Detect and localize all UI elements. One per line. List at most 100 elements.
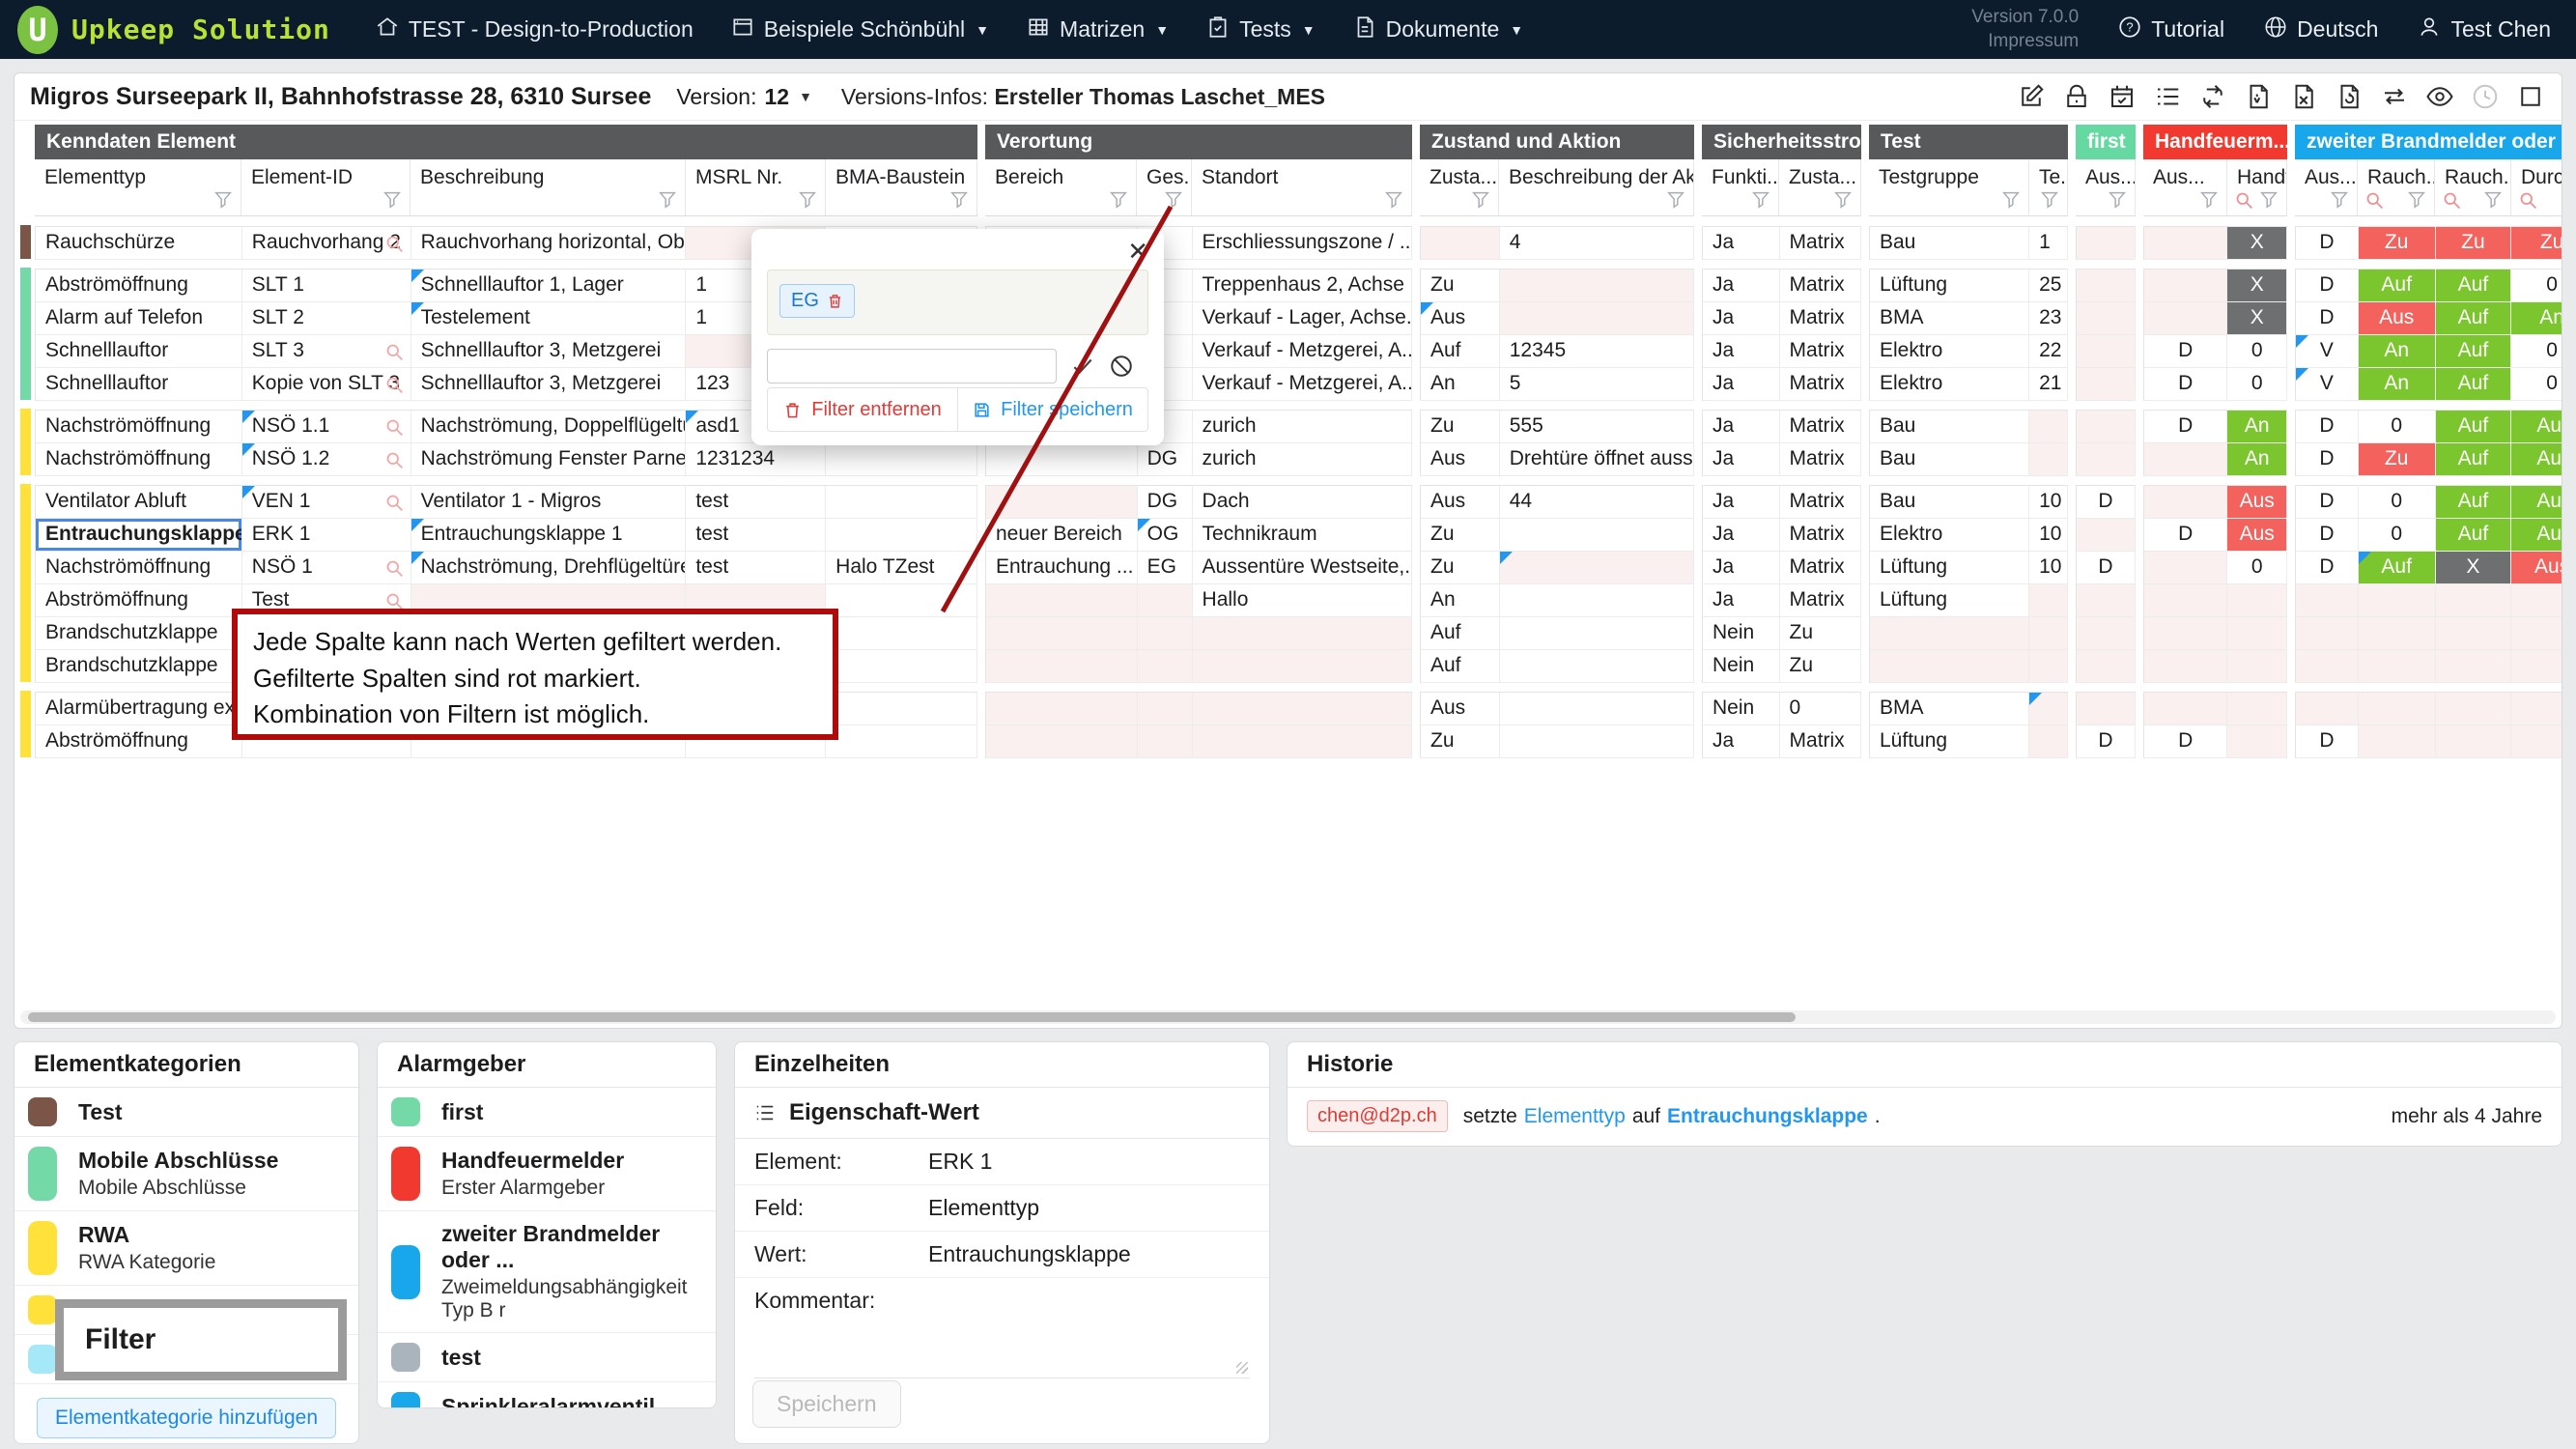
table-cell[interactable]: 0 — [2227, 552, 2287, 584]
table-cell[interactable] — [2436, 617, 2512, 650]
table-cell[interactable]: 10 — [2029, 519, 2068, 552]
table-cell[interactable]: Aussentüre Westseite,... — [1193, 552, 1412, 584]
table-cell[interactable]: Matrix — [1780, 368, 1861, 401]
excel-file-button[interactable] — [2288, 81, 2319, 112]
table-cell[interactable]: An — [2511, 302, 2562, 335]
remove-filter-button[interactable]: Filter entfernen — [768, 388, 958, 431]
table-cell[interactable]: 0 — [2359, 411, 2436, 443]
table-cell[interactable] — [826, 584, 977, 617]
table-cell[interactable] — [2144, 552, 2227, 584]
table-cell[interactable]: D — [2296, 725, 2359, 758]
column-header[interactable]: Durch... — [2511, 159, 2562, 215]
table-cell[interactable]: Aus — [1421, 302, 1500, 335]
column-header[interactable]: Ges... — [1137, 159, 1192, 215]
table-cell[interactable] — [2029, 650, 2068, 683]
group-header[interactable]: Handfeuerm... — [2143, 125, 2287, 159]
table-cell[interactable] — [2144, 443, 2227, 476]
table-cell[interactable] — [2511, 617, 2562, 650]
table-cell[interactable]: Matrix — [1780, 584, 1861, 617]
table-cell[interactable] — [1138, 584, 1193, 617]
table-cell[interactable]: Hallo — [1193, 584, 1412, 617]
column-header[interactable]: MSRL Nr. — [686, 159, 826, 215]
table-cell[interactable] — [1500, 302, 1694, 335]
table-cell[interactable]: Auf — [2359, 552, 2436, 584]
table-cell[interactable]: Ja — [1703, 443, 1780, 476]
table-cell[interactable] — [986, 725, 1138, 758]
table-cell[interactable]: 21 — [2029, 368, 2068, 401]
table-cell[interactable]: Nachströmöffnung — [36, 552, 242, 584]
table-cell[interactable] — [2436, 650, 2512, 683]
filter-value-input[interactable] — [767, 349, 1057, 384]
column-header[interactable]: Zusta... — [1779, 159, 1861, 215]
group-header[interactable]: Kenndaten Element — [35, 125, 977, 159]
table-cell[interactable]: Aus — [1421, 693, 1500, 725]
table-cell[interactable]: Zu — [1421, 725, 1500, 758]
table-cell[interactable]: 23 — [2029, 302, 2068, 335]
table-cell[interactable]: Nein — [1703, 617, 1780, 650]
row-search-icon[interactable] — [384, 558, 405, 579]
table-cell[interactable]: Auf — [2436, 270, 2512, 302]
nav-item-tests[interactable]: Tests▼ — [1205, 14, 1316, 45]
table-cell[interactable]: 4 — [1500, 227, 1694, 260]
table-cell[interactable]: 0 — [2511, 368, 2562, 401]
filter-funnel-icon[interactable] — [2329, 189, 2350, 211]
table-cell[interactable]: Auf — [2436, 302, 2512, 335]
list-item[interactable]: test — [378, 1333, 716, 1382]
table-cell[interactable]: Auf — [1421, 617, 1500, 650]
table-cell[interactable]: Schnelllauftor 3, Metzgerei — [411, 368, 687, 401]
table-cell[interactable]: 0 — [2227, 368, 2287, 401]
row-search-icon[interactable] — [384, 417, 405, 438]
table-cell[interactable] — [2029, 584, 2068, 617]
table-cell[interactable]: Nachströmung Fenster Parner... — [411, 443, 687, 476]
table-cell[interactable]: Aus — [1421, 486, 1500, 519]
table-cell[interactable] — [1500, 270, 1694, 302]
table-cell[interactable]: Schnelllauftor — [36, 335, 242, 368]
table-cell[interactable]: Auf — [2436, 335, 2512, 368]
table-cell[interactable]: Ja — [1703, 552, 1780, 584]
table-cell[interactable]: Verkauf - Metzgerei, A... — [1193, 368, 1412, 401]
table-cell[interactable] — [2359, 650, 2436, 683]
table-cell[interactable]: Bau — [1870, 443, 2029, 476]
row-search-icon[interactable] — [384, 493, 405, 513]
table-cell[interactable]: NSÖ 1 — [242, 552, 411, 584]
table-cell[interactable] — [1138, 617, 1193, 650]
table-cell[interactable]: NSÖ 1.1 — [242, 411, 411, 443]
table-cell[interactable]: Entrauchungsklappe — [36, 519, 242, 552]
table-cell[interactable]: Lüftung — [1870, 584, 2029, 617]
table-cell[interactable]: Testelement — [411, 302, 687, 335]
table-cell[interactable] — [2436, 725, 2512, 758]
table-cell[interactable]: D — [2296, 552, 2359, 584]
table-cell[interactable]: Auf — [1421, 650, 1500, 683]
filter-funnel-icon[interactable] — [2482, 189, 2504, 211]
group-header[interactable]: Sicherheitsstro... — [1702, 125, 1861, 159]
table-cell[interactable]: Zu — [2436, 227, 2512, 260]
save-button[interactable]: Speichern — [752, 1380, 901, 1428]
table-cell[interactable]: 12345 — [1500, 335, 1694, 368]
table-cell[interactable]: Nachströmöffnung — [36, 443, 242, 476]
table-cell[interactable]: Auf — [2436, 519, 2512, 552]
table-cell[interactable]: Zu — [1421, 411, 1500, 443]
table-cell[interactable]: Matrix — [1780, 552, 1861, 584]
row-search-icon[interactable] — [384, 234, 405, 254]
table-cell[interactable]: Nachströmöffnung — [36, 411, 242, 443]
filter-funnel-icon[interactable] — [1383, 189, 1404, 211]
table-cell[interactable]: Elektro — [1870, 368, 2029, 401]
table-cell[interactable]: OG — [1138, 519, 1193, 552]
lock-button[interactable] — [2061, 81, 2092, 112]
table-cell[interactable]: An — [1421, 584, 1500, 617]
table-cell[interactable]: D — [2296, 270, 2359, 302]
table-cell[interactable]: BMA — [1870, 302, 2029, 335]
table-cell[interactable] — [2296, 650, 2359, 683]
table-cell[interactable] — [2296, 693, 2359, 725]
table-cell[interactable] — [2359, 725, 2436, 758]
table-cell[interactable]: D — [2296, 443, 2359, 476]
filter-funnel-icon[interactable] — [1108, 189, 1129, 211]
table-cell[interactable]: Rauchschürze — [36, 227, 242, 260]
table-cell[interactable] — [826, 617, 977, 650]
table-cell[interactable]: Alarmübertragung ext... — [36, 693, 242, 725]
table-cell[interactable] — [2077, 617, 2136, 650]
table-cell[interactable] — [2077, 227, 2136, 260]
column-header[interactable]: Rauch... — [2358, 159, 2435, 215]
filter-funnel-icon[interactable] — [1470, 189, 1491, 211]
table-cell[interactable]: EG — [1138, 552, 1193, 584]
